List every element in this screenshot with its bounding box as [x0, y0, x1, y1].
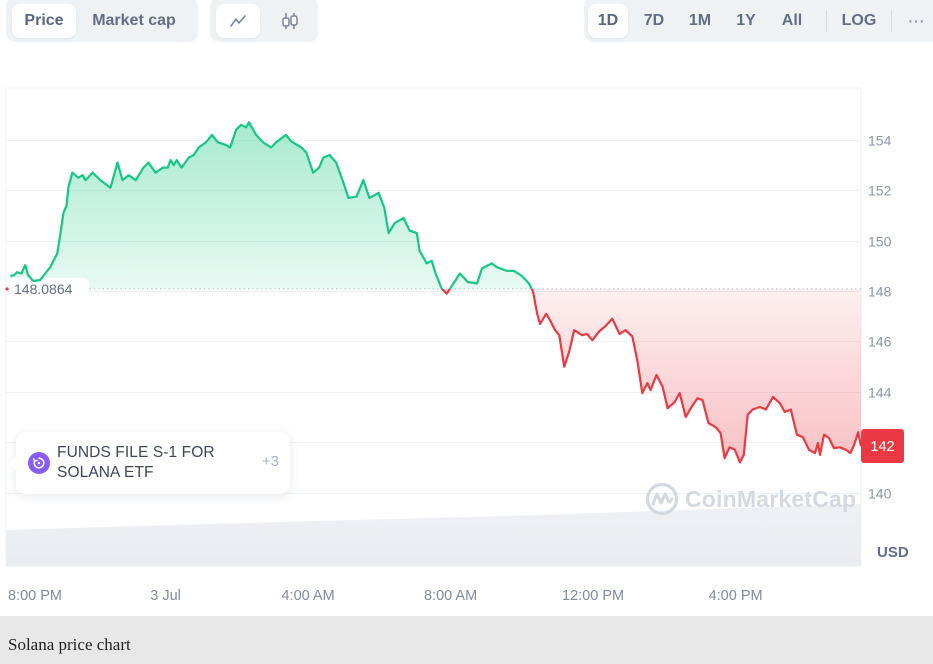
coinmarketcap-logo-icon [645, 482, 679, 516]
x-tick-label: 3 Jul [150, 588, 181, 604]
caption-bar: Solana price chart [0, 616, 933, 664]
price-chart[interactable]: 148.0864 140 142 144 146 148 150 152 154 8:00 P… [0, 0, 933, 616]
event-more-count[interactable]: +3 [262, 453, 279, 470]
price-area-below-baseline [442, 288, 861, 463]
y-tick-label: 150 [868, 234, 892, 250]
price-chart-widget: Price Market cap 1D 7D 1M 1Y All LOG ··· [0, 0, 933, 664]
y-tick-label: 148 [868, 284, 892, 300]
baseline-value-label: 148.0864 [14, 281, 73, 297]
x-tick-label: 8:00 AM [424, 588, 477, 604]
figure-caption: Solana price chart [8, 635, 131, 654]
y-tick-label: 146 [868, 334, 892, 350]
x-tick-label: 12:00 PM [562, 588, 624, 604]
event-title-line-1: FUNDS FILE S-1 FOR [57, 444, 215, 461]
currency-label: USD [877, 544, 909, 561]
y-tick-label: 152 [868, 183, 892, 199]
x-tick-label: 8:00 PM [8, 588, 62, 604]
y-tick-label: 140 [868, 486, 892, 502]
x-tick-label: 4:00 AM [281, 588, 334, 604]
x-tick-label: 4:00 PM [709, 588, 763, 604]
event-title-line-2: SOLANA ETF [57, 464, 154, 481]
event-icon [28, 452, 50, 474]
event-callout[interactable]: FUNDS FILE S-1 FOR SOLANA ETF +3 [9, 432, 290, 494]
y-tick-label: 144 [868, 385, 892, 401]
event-title: FUNDS FILE S-1 FOR SOLANA ETF [57, 443, 215, 483]
y-tick-label: 154 [868, 133, 892, 149]
current-price-label: 142 [870, 439, 894, 455]
watermark-text: CoinMarketCap [685, 485, 857, 512]
baseline-marker [5, 287, 9, 291]
coinmarketcap-watermark: CoinMarketCap [645, 482, 856, 516]
